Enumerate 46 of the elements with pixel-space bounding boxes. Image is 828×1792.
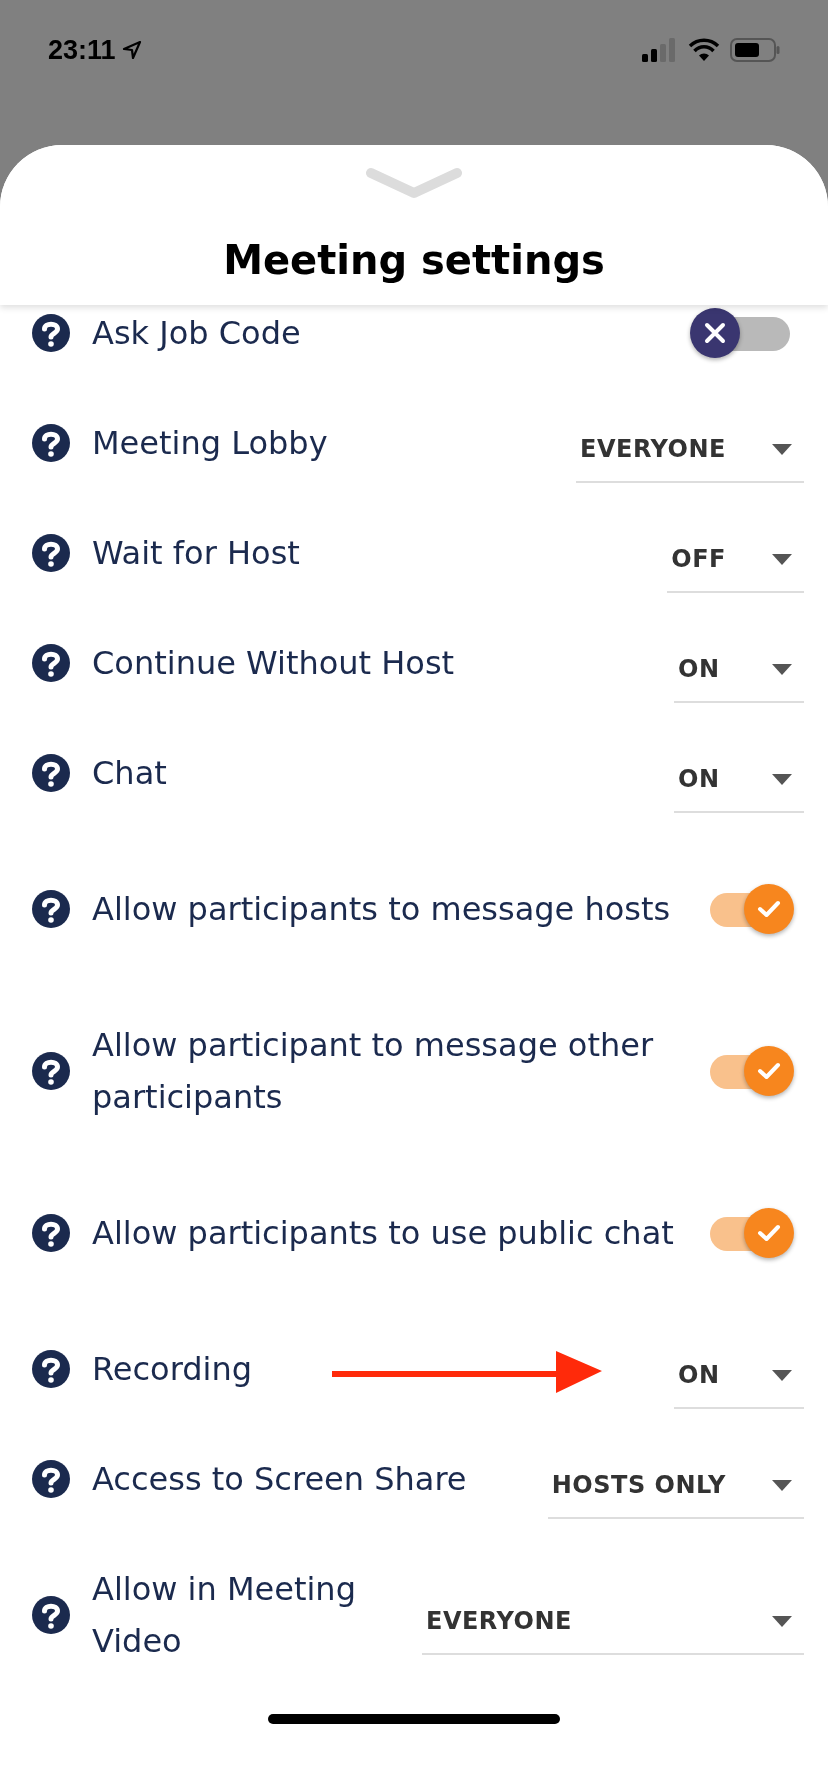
setting-dropdown[interactable]: ON xyxy=(674,637,804,703)
setting-dropdown[interactable]: HOSTS ONLY xyxy=(547,1453,804,1519)
setting-label: Allow in Meeting Video xyxy=(92,1569,357,1662)
sheet-title: Meeting settings xyxy=(223,237,605,283)
setting-label: Meeting Lobby xyxy=(92,423,328,464)
wifi-icon xyxy=(688,38,720,62)
caret-icon xyxy=(772,663,792,675)
setting-dropdown[interactable]: EVERYONE xyxy=(422,1589,804,1655)
setting-label: Chat xyxy=(92,753,167,794)
setting-dropdown[interactable]: ON xyxy=(674,747,804,813)
check-icon xyxy=(757,900,781,918)
setting-dropdown[interactable]: ON xyxy=(674,1343,804,1409)
signal-icon xyxy=(642,38,678,62)
close-icon xyxy=(704,322,726,344)
help-icon[interactable] xyxy=(32,424,70,462)
caret-icon xyxy=(772,773,792,785)
setting-dropdown[interactable]: EVERYONE xyxy=(576,417,804,483)
setting-label: Access to Screen Share xyxy=(92,1459,467,1500)
setting-label: Recording xyxy=(92,1349,253,1390)
setting-dropdown[interactable]: OFF xyxy=(667,527,804,593)
help-icon[interactable] xyxy=(32,644,70,682)
help-icon[interactable] xyxy=(32,754,70,792)
caret-icon xyxy=(772,443,792,455)
caret-icon xyxy=(772,1369,792,1381)
setting-label: Allow participant to message other participants xyxy=(92,1025,655,1118)
help-icon[interactable] xyxy=(32,1350,70,1388)
help-icon[interactable] xyxy=(32,314,70,352)
setting-label: Wait for Host xyxy=(92,533,300,574)
help-icon[interactable] xyxy=(32,890,70,928)
help-icon[interactable] xyxy=(32,1214,70,1252)
check-icon xyxy=(757,1224,781,1242)
help-icon[interactable] xyxy=(32,534,70,572)
caret-icon xyxy=(772,1615,792,1627)
status-time: 23:11 xyxy=(48,34,116,66)
setting-label: Allow participants to message hosts xyxy=(92,889,671,930)
location-arrow-icon xyxy=(121,40,142,60)
help-icon[interactable] xyxy=(32,1460,70,1498)
help-icon[interactable] xyxy=(32,1052,70,1090)
caret-icon xyxy=(772,1479,792,1491)
setting-label: Ask Job Code xyxy=(92,313,301,354)
caret-icon xyxy=(772,553,792,565)
help-icon[interactable] xyxy=(32,1596,70,1634)
setting-label: Continue Without Host xyxy=(92,643,455,684)
setting-label: Allow participants to use public chat xyxy=(92,1213,674,1254)
check-icon xyxy=(757,1062,781,1080)
battery-icon xyxy=(730,38,780,62)
